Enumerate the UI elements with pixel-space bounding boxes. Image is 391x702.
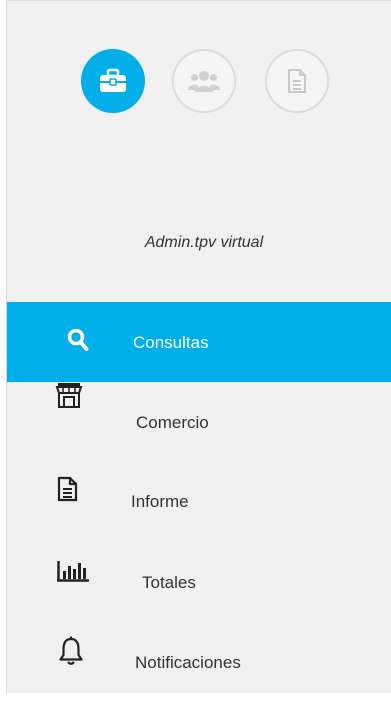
- menu-item-label: Totales: [142, 573, 196, 592]
- users-icon: [188, 71, 220, 92]
- menu-item-label: Consultas: [133, 333, 209, 352]
- briefcase-icon: [100, 68, 126, 92]
- menu-item-notificaciones[interactable]: Notificaciones: [7, 622, 391, 702]
- user-role-label: Admin.tpv virtual: [144, 234, 264, 251]
- menu-item-consultas[interactable]: Consultas: [7, 302, 391, 382]
- users-step-button[interactable]: [172, 49, 236, 113]
- bar-chart-icon: [57, 560, 89, 582]
- store-icon: [55, 380, 83, 410]
- menu-item-label: Comercio: [136, 413, 209, 432]
- sidebar-panel: Admin.tpv virtual Consultas Comercio Inf…: [6, 0, 391, 693]
- menu-item-informe[interactable]: Informe: [7, 462, 391, 542]
- document-step-button[interactable]: [265, 49, 329, 113]
- menu-item-label: Notificaciones: [135, 653, 241, 672]
- menu-item-label: Informe: [131, 492, 189, 511]
- report-icon: [57, 476, 79, 502]
- search-icon: [67, 328, 89, 352]
- document-icon: [288, 69, 306, 93]
- bell-icon: [58, 636, 84, 666]
- briefcase-step-button[interactable]: [81, 49, 145, 113]
- menu-item-comercio[interactable]: Comercio: [7, 382, 391, 462]
- menu-item-totales[interactable]: Totales: [7, 542, 391, 622]
